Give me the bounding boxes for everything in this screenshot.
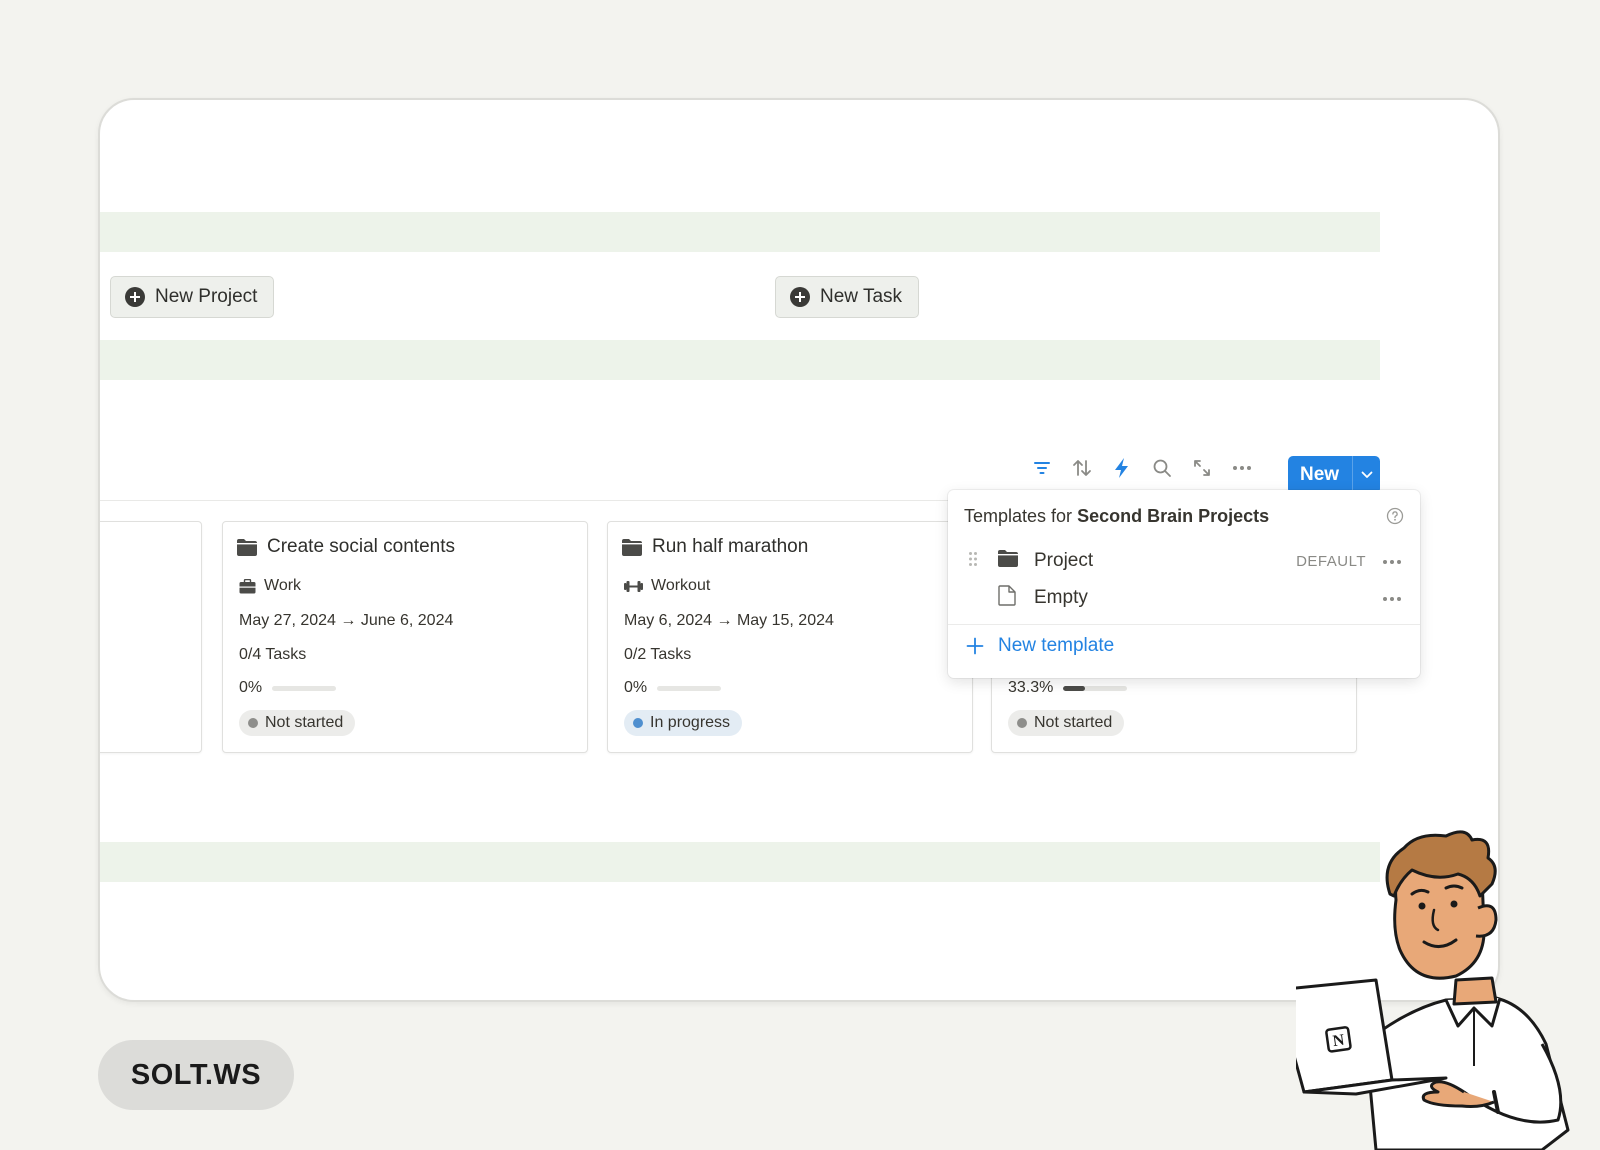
project-card[interactable]: Create social contents Work May 27, 2024… [222,521,588,753]
status-dot [248,718,258,728]
card-title: Create social contents [237,536,455,558]
progress-label: 0% [624,679,648,696]
filter-icon[interactable] [1030,456,1053,479]
folder-icon [237,538,257,556]
card-title-text: Run half marathon [652,536,809,557]
progress-label: 0% [239,679,263,696]
status-badge: Not started [239,710,356,736]
status-text: Not started [265,714,344,731]
callout-band [100,340,1380,380]
template-label: Project [1034,550,1094,571]
card-tasks: 0/4 Tasks [239,646,307,663]
more-icon[interactable] [1382,589,1402,607]
briefcase-icon [239,578,256,593]
templates-popup: Templates for Second Brain Projects Proj… [948,490,1420,678]
card-progress: 33.3% [1008,679,1128,697]
card-category-text: Work [264,577,302,594]
expand-icon[interactable] [1190,456,1213,479]
page-icon [998,585,1016,611]
plus-circle-icon [790,287,810,307]
template-item-empty[interactable]: Empty [948,581,1420,615]
search-icon[interactable] [1150,456,1173,479]
mascot-illustration: N [1296,830,1570,1150]
status-text: Not started [1034,714,1113,731]
automation-icon[interactable] [1110,456,1133,479]
new-button-label: New [1300,464,1340,485]
progress-bar [657,685,722,691]
callout-band [100,212,1380,252]
progress-bar [1063,685,1128,691]
status-dot [1017,718,1027,728]
status-dot [633,718,643,728]
plus-circle-icon [125,287,145,307]
new-template-button[interactable]: New template [966,635,1114,657]
template-item-project[interactable]: Project DEFAULT [948,544,1420,578]
more-icon[interactable] [1230,456,1253,479]
default-badge: DEFAULT [1296,552,1366,570]
project-card[interactable]: Run half marathon Workout May 6, 2024 → … [607,521,973,753]
chevron-down-icon[interactable] [1352,456,1380,494]
popup-header-db: Second Brain Projects [1077,506,1270,526]
status-text: In progress [650,714,731,731]
card-progress: 0% [239,679,337,697]
card-progress: 0% [624,679,722,697]
card-category: Workout [624,577,710,595]
new-project-label: New Project [155,286,258,307]
dumbbell-icon [624,580,643,592]
status-badge: In progress [624,710,743,736]
brand-badge: SOLT.WS [98,1040,294,1110]
popup-header: Templates for Second Brain Projects [964,506,1269,527]
project-card[interactable] [100,521,202,753]
card-title-text: Create social contents [267,536,455,557]
help-icon[interactable] [1386,507,1404,530]
card-category-text: Workout [651,577,711,594]
database-toolbar [1030,456,1253,479]
progress-fill [1063,685,1085,691]
folder-icon [998,550,1018,572]
card-dates: May 27, 2024 → June 6, 2024 [239,612,454,629]
popup-divider [948,624,1420,625]
drag-handle-icon[interactable] [968,551,978,572]
plus-icon [966,637,984,655]
progress-label: 33.3% [1008,679,1054,696]
popup-header-prefix: Templates for [964,506,1073,526]
new-template-label: New template [998,635,1115,656]
status-badge: Not started [1008,710,1125,736]
card-category: Work [239,577,301,595]
new-button[interactable]: New [1288,456,1380,494]
template-label: Empty [1034,587,1088,608]
notion-window: New Project New Task New Create social c… [98,98,1500,1002]
new-task-button[interactable]: New Task [775,276,920,318]
progress-bar [272,685,337,691]
callout-band [100,842,1380,882]
card-title: Run half marathon [622,536,808,558]
sort-icon[interactable] [1070,456,1093,479]
new-task-label: New Task [820,286,903,307]
new-project-button[interactable]: New Project [110,276,275,318]
folder-icon [622,538,642,556]
more-icon[interactable] [1382,552,1402,570]
card-dates: May 6, 2024 → May 15, 2024 [624,612,834,629]
card-tasks: 0/2 Tasks [624,646,692,663]
